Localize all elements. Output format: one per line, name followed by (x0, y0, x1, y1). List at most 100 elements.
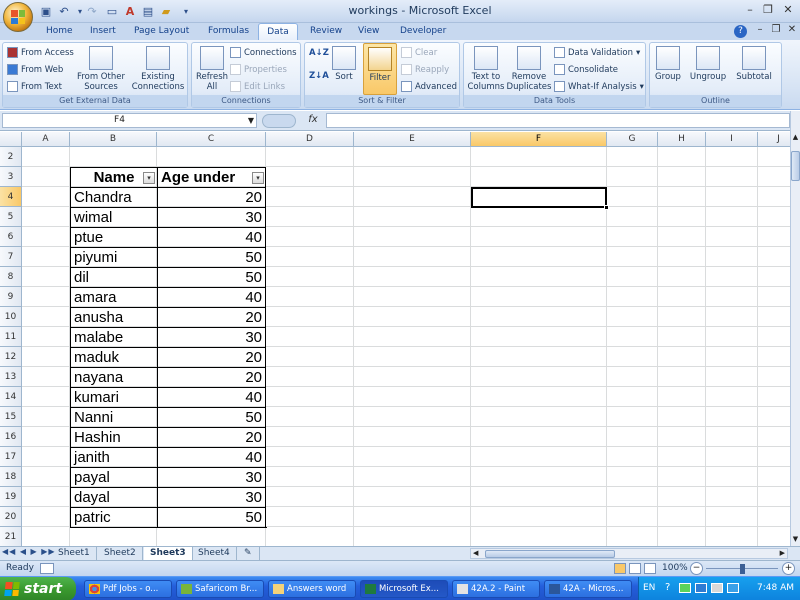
row-header-12[interactable]: 12 (0, 347, 22, 367)
cell-age[interactable]: 30 (157, 467, 266, 487)
scroll-right-icon[interactable]: ▶ (780, 549, 785, 557)
consolidate-button[interactable]: Consolidate (554, 64, 618, 75)
taskbar-item-answers-word[interactable]: Answers word (268, 580, 356, 598)
filter-dropdown-name-icon[interactable]: ▾ (143, 172, 155, 184)
cell-name[interactable]: Nanni (70, 407, 157, 427)
language-indicator[interactable]: EN (643, 583, 655, 593)
cell-name[interactable]: ptue (70, 227, 157, 247)
filter-dropdown-age-icon[interactable]: ▾ (252, 172, 264, 184)
name-box[interactable]: F4 ▼ (2, 113, 257, 128)
cell-name[interactable]: payal (70, 467, 157, 487)
from-access-button[interactable]: From Access (7, 47, 74, 58)
row-header-18[interactable]: 18 (0, 467, 22, 487)
row-header-19[interactable]: 19 (0, 487, 22, 507)
sheet-nav-icons[interactable]: ◀◀ ◀ ▶ ▶▶ (2, 547, 56, 556)
cell-age[interactable]: 50 (157, 247, 266, 267)
cell-name[interactable]: maduk (70, 347, 157, 367)
zoom-in-icon[interactable]: + (782, 562, 795, 575)
cell-name[interactable]: nayana (70, 367, 157, 387)
minimize-icon[interactable]: – (742, 3, 758, 18)
properties-button[interactable]: Properties (230, 64, 287, 75)
macro-record-icon[interactable] (40, 563, 54, 574)
new-file-icon[interactable]: ▭ (104, 3, 120, 19)
header-age-under[interactable]: Age under (157, 167, 266, 187)
save-icon[interactable]: ▣ (38, 3, 54, 19)
cell-name[interactable]: wimal (70, 207, 157, 227)
vertical-scroll-thumb[interactable] (791, 151, 800, 181)
cell-age[interactable]: 20 (157, 427, 266, 447)
row-header-4[interactable]: 4 (0, 187, 22, 207)
page-break-view-icon[interactable] (644, 563, 656, 574)
row-header-13[interactable]: 13 (0, 367, 22, 387)
tray-app-icon[interactable] (711, 583, 723, 593)
column-header-j[interactable]: J (758, 132, 790, 147)
font-color-icon[interactable]: A (122, 3, 138, 19)
zoom-slider-thumb[interactable] (740, 564, 745, 574)
row-header-21[interactable]: 21 (0, 527, 22, 546)
sort-button[interactable]: Sort (331, 46, 357, 82)
row-header-20[interactable]: 20 (0, 507, 22, 527)
active-cell-f4[interactable] (471, 187, 607, 208)
cell-age[interactable]: 20 (157, 367, 266, 387)
horizontal-scroll-thumb[interactable] (485, 550, 615, 558)
tab-data[interactable]: Data (258, 23, 298, 40)
insert-function-button[interactable]: fx (303, 114, 323, 128)
name-box-dropdown-icon[interactable]: ▼ (248, 114, 254, 127)
network-icon[interactable] (679, 583, 691, 593)
row-header-9[interactable]: 9 (0, 287, 22, 307)
row-header-11[interactable]: 11 (0, 327, 22, 347)
cell-age[interactable]: 40 (157, 287, 266, 307)
workbook-close-icon[interactable]: ✕ (784, 24, 800, 39)
row-header-8[interactable]: 8 (0, 267, 22, 287)
sheet-tab-sheet4[interactable]: Sheet4 (192, 547, 237, 560)
formula-input[interactable] (326, 113, 790, 128)
cell-age[interactable]: 40 (157, 387, 266, 407)
tab-insert[interactable]: Insert (82, 23, 124, 40)
row-header-7[interactable]: 7 (0, 247, 22, 267)
print-preview-icon[interactable]: ▤ (140, 3, 156, 19)
connections-button[interactable]: Connections (230, 47, 297, 58)
open-folder-icon[interactable]: ▰ (158, 3, 174, 19)
row-header-15[interactable]: 15 (0, 407, 22, 427)
row-header-2[interactable]: 2 (0, 147, 22, 167)
horizontal-scrollbar[interactable]: ◀ ▶ (470, 548, 788, 559)
scroll-up-icon[interactable]: ▲ (791, 133, 800, 141)
remove-duplicates-button[interactable]: Remove Duplicates (506, 46, 552, 92)
tab-page-layout[interactable]: Page Layout (126, 23, 197, 40)
text-to-columns-button[interactable]: Text to Columns (466, 46, 506, 92)
cell-age[interactable]: 30 (157, 327, 266, 347)
sheet-tab-sheet1[interactable]: Sheet1 (52, 547, 97, 560)
existing-connections-button[interactable]: Existing Connections (131, 46, 185, 92)
data-validation-button[interactable]: Data Validation ▾ (554, 47, 640, 58)
sheet-tab-sheet2[interactable]: Sheet2 (98, 547, 143, 560)
worksheet-grid[interactable]: ABCDEFGHIJ 2 3 4 5 6 7 8 9 10 11 12 13 14 15 16 17 18 19 2… (0, 132, 790, 546)
cell-name[interactable]: amara (70, 287, 157, 307)
row-header-14[interactable]: 14 (0, 387, 22, 407)
cell-age[interactable]: 40 (157, 447, 266, 467)
row-header-16[interactable]: 16 (0, 427, 22, 447)
close-icon[interactable]: ✕ (780, 3, 796, 18)
taskbar-item-paint[interactable]: 42A.2 - Paint (452, 580, 540, 598)
select-all-button[interactable] (0, 132, 22, 147)
cell-name[interactable]: Chandra (70, 187, 157, 207)
group-button[interactable]: Group (652, 46, 684, 82)
vertical-scrollbar[interactable]: ▲ ▼ (790, 111, 800, 546)
cell-age[interactable]: 20 (157, 347, 266, 367)
cell-age[interactable]: 30 (157, 207, 266, 227)
cell-name[interactable]: Hashin (70, 427, 157, 447)
start-button[interactable]: start (0, 577, 76, 600)
scroll-left-icon[interactable]: ◀ (473, 549, 478, 557)
column-header-e[interactable]: E (354, 132, 471, 147)
cell-name[interactable]: malabe (70, 327, 157, 347)
taskbar-item-chrome[interactable]: Pdf Jobs - o... (84, 580, 172, 598)
row-header-5[interactable]: 5 (0, 207, 22, 227)
page-layout-view-icon[interactable] (629, 563, 641, 574)
help-icon[interactable]: ? (734, 25, 747, 38)
column-header-d[interactable]: D (266, 132, 354, 147)
zoom-level[interactable]: 100% (662, 563, 688, 573)
tab-review[interactable]: Review (302, 23, 350, 40)
row-header-10[interactable]: 10 (0, 307, 22, 327)
normal-view-icon[interactable] (614, 563, 626, 574)
taskbar-item-excel[interactable]: Microsoft Ex... (360, 580, 448, 598)
cell-age[interactable]: 20 (157, 307, 266, 327)
